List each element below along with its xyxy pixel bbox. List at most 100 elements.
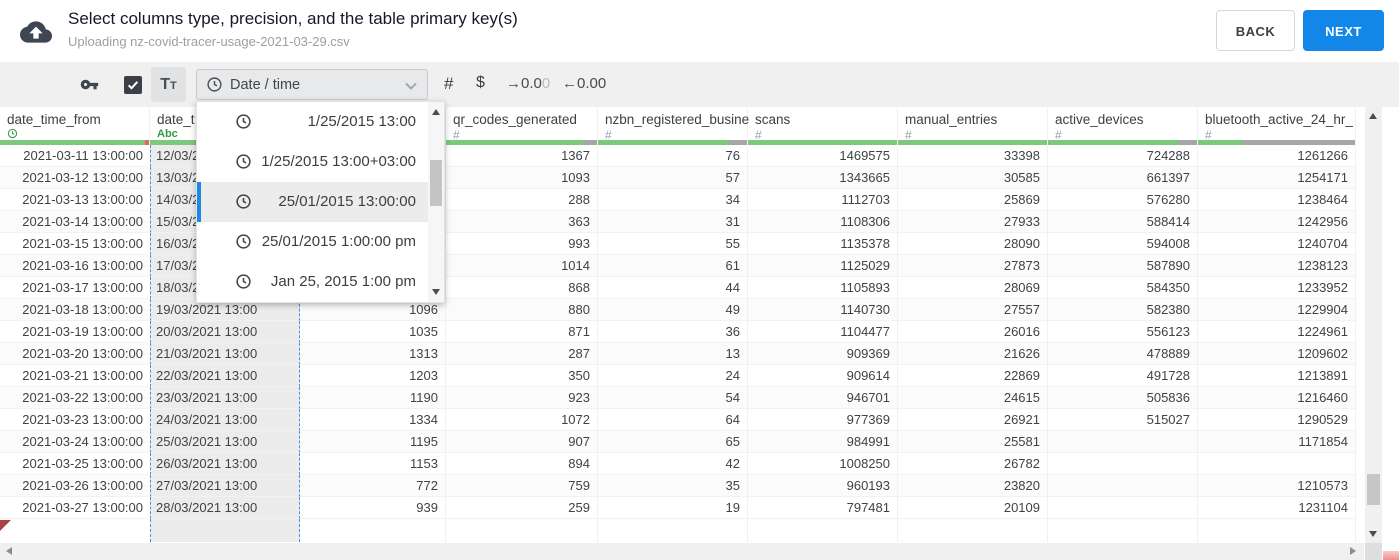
table-cell[interactable]: 1153: [300, 453, 446, 475]
table-cell[interactable]: 1334: [300, 409, 446, 431]
table-cell[interactable]: 21/03/2021 13:00: [150, 343, 300, 365]
dropdown-option[interactable]: 1/25/2015 13:00+03:00: [197, 142, 429, 182]
table-cell[interactable]: 28069: [898, 277, 1048, 299]
table-cell[interactable]: 20/03/2021 13:00: [150, 321, 300, 343]
table-cell[interactable]: 28090: [898, 233, 1048, 255]
table-cell[interactable]: 350: [446, 365, 598, 387]
table-cell[interactable]: 907: [446, 431, 598, 453]
table-cell[interactable]: 724288: [1048, 145, 1198, 167]
table-cell[interactable]: 64: [598, 409, 748, 431]
dropdown-option[interactable]: 1/25/2015 13:00: [197, 102, 429, 142]
primary-key-icon[interactable]: [78, 75, 101, 94]
table-cell[interactable]: 984991: [748, 431, 898, 453]
table-cell[interactable]: 2021-03-23 13:00:00: [0, 409, 150, 431]
table-cell[interactable]: 24: [598, 365, 748, 387]
table-cell[interactable]: 1035: [300, 321, 446, 343]
increase-decimal-button[interactable]: →0.00: [506, 75, 550, 92]
table-cell[interactable]: 61: [598, 255, 748, 277]
table-cell[interactable]: 1238464: [1198, 189, 1356, 211]
scroll-up-icon[interactable]: [1369, 113, 1377, 119]
table-cell[interactable]: 1240704: [1198, 233, 1356, 255]
table-cell[interactable]: 33398: [898, 145, 1048, 167]
table-cell[interactable]: 27933: [898, 211, 1048, 233]
table-cell[interactable]: 2021-03-12 13:00:00: [0, 167, 150, 189]
table-cell[interactable]: [300, 519, 446, 542]
table-cell[interactable]: 772: [300, 475, 446, 497]
table-cell[interactable]: 1313: [300, 343, 446, 365]
column-header-scans[interactable]: scans #: [748, 107, 898, 145]
table-cell[interactable]: 2021-03-18 13:00:00: [0, 299, 150, 321]
table-cell[interactable]: 54: [598, 387, 748, 409]
table-cell[interactable]: 868: [446, 277, 598, 299]
table-vertical-scrollbar[interactable]: [1365, 107, 1382, 543]
table-cell[interactable]: 515027: [1048, 409, 1198, 431]
table-cell[interactable]: 960193: [748, 475, 898, 497]
column-header-active_devices[interactable]: active_devices #: [1048, 107, 1198, 145]
dropdown-scroll-up-icon[interactable]: [432, 109, 440, 115]
table-cell[interactable]: 2021-03-14 13:00:00: [0, 211, 150, 233]
table-cell[interactable]: [1048, 431, 1198, 453]
table-cell[interactable]: 26921: [898, 409, 1048, 431]
table-cell[interactable]: 259: [446, 497, 598, 519]
table-cell[interactable]: 49: [598, 299, 748, 321]
table-cell[interactable]: 1233952: [1198, 277, 1356, 299]
dropdown-scrollbar[interactable]: [428, 102, 444, 302]
datetime-format-select[interactable]: Date / time: [196, 69, 428, 100]
table-cell[interactable]: 30585: [898, 167, 1048, 189]
table-cell[interactable]: 1261266: [1198, 145, 1356, 167]
table-cell[interactable]: 25/03/2021 13:00: [150, 431, 300, 453]
table-cell[interactable]: 1108306: [748, 211, 898, 233]
column-header-bluetooth_active_24_hr_[interactable]: bluetooth_active_24_hr_ #: [1198, 107, 1356, 145]
table-cell[interactable]: 26/03/2021 13:00: [150, 453, 300, 475]
table-cell[interactable]: 24/03/2021 13:00: [150, 409, 300, 431]
table-cell[interactable]: 2021-03-15 13:00:00: [0, 233, 150, 255]
table-cell[interactable]: 28/03/2021 13:00: [150, 497, 300, 519]
scroll-left-icon[interactable]: [6, 547, 12, 555]
table-cell[interactable]: 26016: [898, 321, 1048, 343]
table-cell[interactable]: 909614: [748, 365, 898, 387]
table-cell[interactable]: 1210573: [1198, 475, 1356, 497]
table-cell[interactable]: 2021-03-27 13:00:00: [0, 497, 150, 519]
column-header-nzbn_registered_busine[interactable]: nzbn_registered_busine #: [598, 107, 749, 145]
table-cell[interactable]: 1008250: [748, 453, 898, 475]
table-cell[interactable]: 22869: [898, 365, 1048, 387]
scroll-right-icon[interactable]: [1350, 547, 1356, 555]
table-cell[interactable]: [898, 519, 1048, 542]
table-cell[interactable]: 1209602: [1198, 343, 1356, 365]
table-cell[interactable]: [748, 519, 898, 542]
column-header-date_time_from[interactable]: date_time_from: [0, 107, 150, 145]
table-cell[interactable]: 1190: [300, 387, 446, 409]
table-cell[interactable]: 2021-03-17 13:00:00: [0, 277, 150, 299]
scroll-down-icon[interactable]: [1369, 531, 1377, 537]
table-cell[interactable]: 36: [598, 321, 748, 343]
table-cell[interactable]: 977369: [748, 409, 898, 431]
table-cell[interactable]: 661397: [1048, 167, 1198, 189]
table-cell[interactable]: 478889: [1048, 343, 1198, 365]
table-cell[interactable]: 363: [446, 211, 598, 233]
table-cell[interactable]: 31: [598, 211, 748, 233]
table-cell[interactable]: 1367: [446, 145, 598, 167]
table-cell[interactable]: 23/03/2021 13:00: [150, 387, 300, 409]
number-type-button[interactable]: #: [444, 74, 453, 94]
table-cell[interactable]: 871: [446, 321, 598, 343]
decrease-decimal-button[interactable]: ←0.00: [562, 75, 606, 92]
table-cell[interactable]: 556123: [1048, 321, 1198, 343]
table-cell[interactable]: 1125029: [748, 255, 898, 277]
table-cell[interactable]: 23820: [898, 475, 1048, 497]
table-cell[interactable]: [1048, 453, 1198, 475]
table-cell[interactable]: 13: [598, 343, 748, 365]
table-cell[interactable]: 1072: [446, 409, 598, 431]
table-cell[interactable]: 797481: [748, 497, 898, 519]
table-cell[interactable]: 594008: [1048, 233, 1198, 255]
table-cell[interactable]: 1105893: [748, 277, 898, 299]
table-cell[interactable]: 1242956: [1198, 211, 1356, 233]
dropdown-option[interactable]: Jan 25, 2015 1:00 pm: [197, 262, 429, 302]
table-cell[interactable]: 939: [300, 497, 446, 519]
table-cell[interactable]: 2021-03-16 13:00:00: [0, 255, 150, 277]
table-cell[interactable]: 288: [446, 189, 598, 211]
table-cell[interactable]: 587890: [1048, 255, 1198, 277]
table-cell[interactable]: 1104477: [748, 321, 898, 343]
table-cell[interactable]: 1213891: [1198, 365, 1356, 387]
table-cell[interactable]: 1140730: [748, 299, 898, 321]
column-header-manual_entries[interactable]: manual_entries #: [898, 107, 1048, 145]
